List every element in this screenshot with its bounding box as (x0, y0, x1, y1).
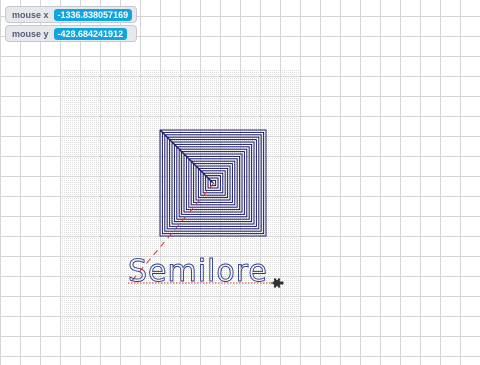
mouse-y-value: -428.684241912 (53, 27, 128, 40)
drawn-text: Semilore (128, 254, 268, 289)
mouse-x-value: -1336.838057169 (53, 8, 133, 21)
pen-canvas: Semilore (60, 70, 300, 338)
variable-monitors: mouse x -1336.838057169 mouse y -428.684… (5, 6, 138, 42)
mouse-y-label: mouse y (12, 28, 49, 39)
mouse-y-monitor[interactable]: mouse y -428.684241912 (5, 25, 138, 42)
mouse-x-label: mouse x (12, 9, 49, 20)
stage[interactable]: Semilore mouse x -1336.838057169 mouse y… (0, 0, 480, 360)
mouse-x-monitor[interactable]: mouse x -1336.838057169 (5, 6, 138, 23)
